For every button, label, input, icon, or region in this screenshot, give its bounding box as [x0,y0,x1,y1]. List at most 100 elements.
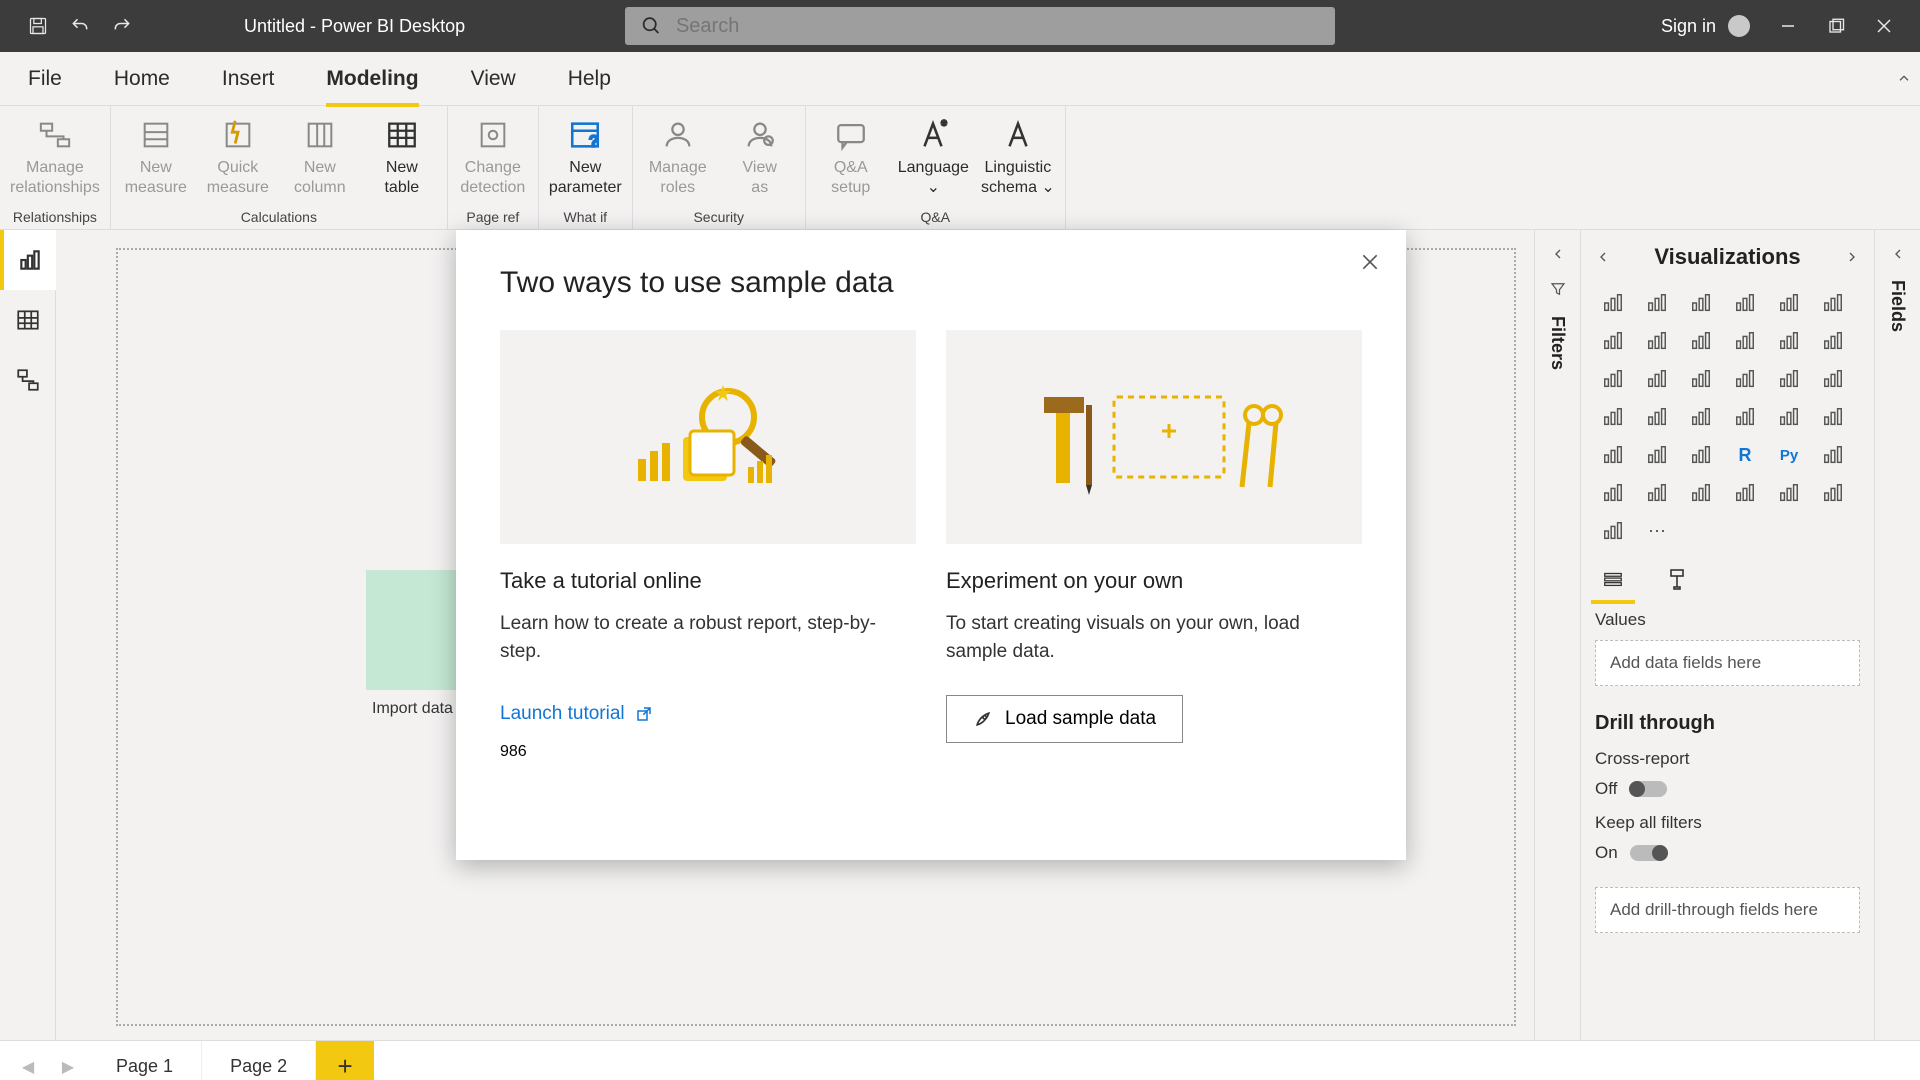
viz-paginated-icon[interactable] [1683,478,1719,508]
viz-area-stacked-icon[interactable] [1683,326,1719,356]
viz-r-visual-icon[interactable]: R [1727,440,1763,470]
menu-view[interactable]: View [471,52,516,106]
window-title: Untitled - Power BI Desktop [244,16,465,37]
viz-treemap-icon[interactable] [1815,364,1851,394]
menu-modeling[interactable]: Modeling [326,52,418,106]
viz-ribbon-icon[interactable] [1815,326,1851,356]
viz-kpi-icon[interactable] [1815,402,1851,432]
ribbon-collapse-icon[interactable] [1896,71,1912,87]
add-page-button[interactable]: + [316,1041,374,1080]
data-view-icon[interactable] [0,290,56,350]
values-drop-area[interactable]: Add data fields here [1595,640,1860,686]
menu-insert[interactable]: Insert [222,52,275,106]
viz-bar-100-icon[interactable] [1815,288,1851,318]
menu-home[interactable]: Home [114,52,170,106]
drillthrough-drop-area[interactable]: Add drill-through fields here [1595,887,1860,933]
viz-scatter-icon[interactable] [1683,364,1719,394]
viz-shape-map-icon[interactable] [1683,402,1719,432]
viz-powerapps-icon[interactable] [1727,478,1763,508]
new-parameter-button[interactable]: ?Newparameter [549,116,622,198]
report-canvas[interactable]: X Import data fro Two ways to use sample… [56,230,1534,1040]
viz-stream-icon[interactable] [1595,516,1631,546]
page-next-icon[interactable]: ▶ [48,1041,88,1080]
report-view-icon[interactable] [0,230,56,290]
menu-file[interactable]: File [28,52,62,106]
viz-table-icon[interactable] [1639,440,1675,470]
format-tab-icon[interactable] [1659,564,1695,594]
viz-filled-map-icon[interactable] [1639,402,1675,432]
sign-in-button[interactable]: Sign in [1661,15,1750,37]
manage-roles-button[interactable]: Manageroles [643,116,713,198]
viz-py-visual-icon[interactable]: Py [1771,440,1807,470]
viz-card-icon[interactable] [1771,402,1807,432]
qa-setup-button[interactable]: Q&Asetup [816,116,886,198]
quick-measure-button[interactable]: Quickmeasure [203,116,273,198]
linguistic-schema-label2: schema ⌄ [981,178,1055,198]
sign-in-label: Sign in [1661,16,1716,37]
new-column-button[interactable]: Newcolumn [285,116,355,198]
viz-gauge-icon[interactable] [1727,402,1763,432]
fields-pane[interactable]: Fields [1874,230,1920,1040]
viz-bar-clustered-icon[interactable] [1639,288,1675,318]
fields-tab-icon[interactable] [1595,564,1631,594]
view-as-button[interactable]: Viewas [725,116,795,198]
viz-qna-icon[interactable] [1639,478,1675,508]
fields-expand-icon[interactable] [1890,246,1906,262]
viz-waterfall-icon[interactable] [1595,364,1631,394]
cross-report-toggle[interactable] [1629,781,1667,797]
model-view-icon[interactable] [0,350,56,410]
viz-line-column-stacked-icon[interactable] [1771,326,1807,356]
change-detection-button[interactable]: Changedetection [458,116,528,198]
redo-icon[interactable] [112,16,132,36]
dialog-close-icon[interactable] [1360,252,1380,272]
viz-map-icon[interactable] [1595,402,1631,432]
undo-icon[interactable] [70,16,90,36]
viz-collapse-left-icon[interactable] [1595,249,1611,265]
new-column-icon [301,116,339,154]
viz-area-icon[interactable] [1639,326,1675,356]
viz-pie-icon[interactable] [1727,364,1763,394]
viz-donut-icon[interactable] [1771,364,1807,394]
viz-line-icon[interactable] [1595,326,1631,356]
new-measure-button[interactable]: Newmeasure [121,116,191,198]
viz-ai-icon[interactable] [1771,478,1807,508]
viz-decomposition-icon[interactable] [1595,478,1631,508]
page-tab-2[interactable]: Page 2 [202,1041,316,1080]
page-tab-1[interactable]: Page 1 [88,1041,202,1080]
save-icon[interactable] [28,16,48,36]
viz-more-icon[interactable]: ⋯ [1639,516,1675,546]
viz-key-influencers-icon[interactable] [1815,440,1851,470]
search-input[interactable] [676,15,1319,38]
launch-tutorial-link[interactable]: Launch tutorial [500,703,653,725]
viz-line-column-icon[interactable] [1727,326,1763,356]
change-detection-label1: Change [465,158,521,178]
load-sample-data-button[interactable]: Load sample data [946,695,1183,743]
new-table-button[interactable]: Newtable [367,116,437,198]
manage-relationships-button[interactable]: Managerelationships [10,116,100,198]
viz-matrix-icon[interactable] [1683,440,1719,470]
drill-through-heading: Drill through [1595,712,1860,735]
search-box[interactable] [625,7,1335,45]
viz-bar-stacked-icon[interactable] [1595,288,1631,318]
viz-column-100-icon[interactable] [1771,288,1807,318]
keep-filters-toggle[interactable] [1630,845,1668,861]
maximize-icon[interactable] [1826,16,1846,36]
viz-collapse-right-icon[interactable] [1844,249,1860,265]
viz-custom-icon[interactable] [1815,478,1851,508]
visualization-picker: R Py ⋯ [1595,288,1860,546]
linguistic-schema-button[interactable]: Linguisticschema ⌄ [981,116,1055,198]
viz-slicer-icon[interactable] [1595,440,1631,470]
filters-pane[interactable]: Filters [1534,230,1580,1040]
page-prev-icon[interactable]: ◀ [8,1041,48,1080]
close-icon[interactable] [1874,16,1894,36]
viz-funnel-icon[interactable] [1639,364,1675,394]
manage-relationships-label1: Manage [26,158,84,178]
filters-expand-icon[interactable] [1550,246,1566,262]
minimize-icon[interactable] [1778,16,1798,36]
viz-column-clustered-icon[interactable] [1727,288,1763,318]
viz-column-stacked-icon[interactable] [1683,288,1719,318]
menu-help[interactable]: Help [568,52,611,106]
keep-filters-label: Keep all filters [1595,813,1860,833]
language-button[interactable]: *Language⌄ [898,116,969,198]
ribbon-group-calculations: Calculations [241,209,317,229]
